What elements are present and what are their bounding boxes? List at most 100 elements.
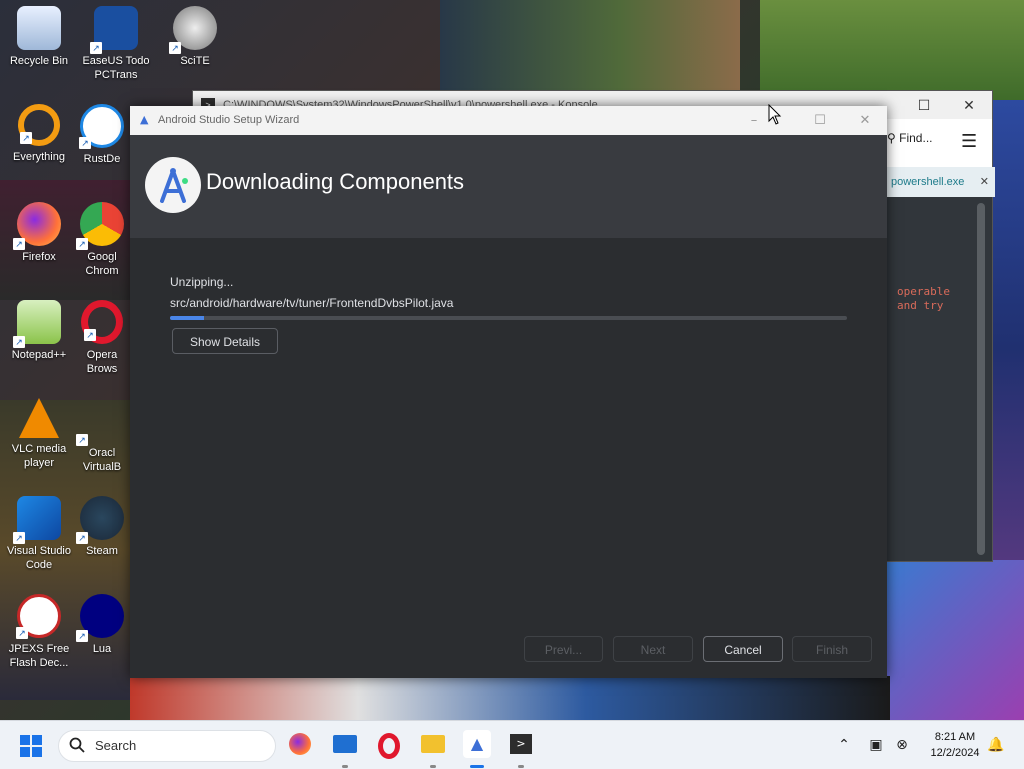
- wizard-header: Downloading Components: [130, 135, 887, 238]
- steam-icon: ↗: [76, 496, 124, 544]
- maximize-icon[interactable]: ☐: [901, 91, 947, 119]
- windows-logo-icon: [20, 747, 30, 757]
- recycle-bin-icon: [17, 6, 61, 50]
- maximize-icon[interactable]: ☐: [798, 106, 842, 135]
- lua-icon: ↗: [76, 594, 124, 642]
- desktop-icon-vscode[interactable]: ↗ Visual Studio Code: [0, 490, 81, 572]
- vscode-icon: ↗: [13, 496, 61, 544]
- show-details-button[interactable]: Show Details: [172, 328, 278, 354]
- close-icon[interactable]: ✕: [946, 91, 992, 119]
- taskbar-clock[interactable]: 8:21 AM 12/2/2024: [924, 729, 986, 761]
- wizard-heading: Downloading Components: [206, 169, 465, 194]
- konsole-scrollbar[interactable]: [977, 203, 985, 555]
- volume-muted-icon[interactable]: ⊗: [892, 735, 912, 755]
- current-file-text: src/android/hardware/tv/tuner/FrontendDv…: [170, 296, 454, 310]
- android-studio-logo-icon: [145, 157, 201, 213]
- desktop-icon-notepadpp[interactable]: ↗ Notepad++: [0, 294, 81, 362]
- everything-icon: ↗: [18, 104, 60, 146]
- start-button[interactable]: [20, 735, 42, 757]
- konsole-tab[interactable]: powershell.exe ✕: [887, 167, 995, 197]
- firefox-icon: ↗: [13, 202, 61, 250]
- taskbar-search[interactable]: Search: [58, 730, 276, 762]
- cancel-button[interactable]: Cancel: [703, 636, 783, 662]
- jpexs-icon: ↗: [16, 594, 61, 639]
- desktop-icon-everything[interactable]: ↗ Everything: [0, 98, 81, 164]
- vlc-icon: [19, 398, 59, 438]
- notepadpp-icon: ↗: [13, 300, 61, 348]
- desktop-icon-opera[interactable]: ↗ Opera Brows: [74, 294, 130, 376]
- wizard-body: Unzipping... src/android/hardware/tv/tun…: [130, 238, 887, 678]
- desktop-icon-virtualbox[interactable]: ↗ Oracl VirtualB: [74, 392, 130, 474]
- network-icon[interactable]: ▣: [866, 735, 886, 755]
- tab-label: powershell.exe: [891, 176, 965, 188]
- desktop-icon-firefox[interactable]: ↗ Firefox: [0, 196, 81, 264]
- desktop-icon-lua[interactable]: ↗ Lua: [74, 588, 130, 656]
- taskbar-file-explorer[interactable]: [331, 730, 359, 758]
- find-label: Find...: [899, 131, 933, 145]
- setup-wizard-window: ▲ Android Studio Setup Wizard – ☐ ✕ Down…: [130, 106, 887, 678]
- desktop-icon-label: Recycle Bin: [9, 55, 69, 67]
- desktop-icon-chrome[interactable]: ↗ Googl Chrom: [74, 196, 130, 278]
- desktop-icon-label: JPEXS Free Flash Dec...: [8, 643, 70, 669]
- desktop-icon-jpexs[interactable]: ↗ JPEXS Free Flash Dec...: [0, 588, 81, 670]
- desktop-icon-vlc[interactable]: VLC media player: [0, 392, 81, 470]
- taskbar-opera[interactable]: [375, 730, 403, 759]
- progress-fill: [170, 316, 204, 320]
- desktop-icon-label: VLC media player: [11, 443, 67, 469]
- hamburger-menu-icon[interactable]: ☰: [961, 133, 977, 151]
- rustdesk-icon: ↗: [79, 104, 124, 149]
- finish-button[interactable]: Finish: [792, 636, 872, 662]
- desktop-icon-scite[interactable]: ↗ SciTE: [153, 0, 237, 68]
- next-button[interactable]: Next: [613, 636, 693, 662]
- taskbar-android-studio[interactable]: ▲: [463, 730, 491, 758]
- firefox-icon: [289, 733, 311, 755]
- desktop-icon-label: Googl Chrom: [85, 251, 119, 277]
- close-icon[interactable]: ✕: [843, 106, 887, 135]
- desktop-icon-label: Notepad++: [11, 349, 67, 361]
- virtualbox-icon: ↗: [76, 398, 124, 446]
- android-studio-icon: ▲: [140, 113, 149, 126]
- desktop-icon-label: EaseUS Todo PCTrans: [82, 55, 150, 81]
- desktop-icon-easeus[interactable]: ↗ EaseUS Todo PCTrans: [74, 0, 158, 82]
- taskbar: Search ▲ > ⌃ ▣ ⊗ 8:21 AM 12/2/2024 🔔: [0, 720, 1024, 769]
- file-explorer-icon: [333, 735, 357, 753]
- desktop-icon-label: SciTE: [180, 55, 210, 67]
- windows-logo-icon: [20, 735, 30, 745]
- notification-bell-icon[interactable]: 🔔: [986, 735, 1006, 755]
- chrome-icon: ↗: [76, 202, 124, 250]
- desktop-icon-label: Steam: [86, 545, 118, 557]
- search-icon: [69, 737, 85, 753]
- wizard-title: Android Studio Setup Wizard: [158, 114, 300, 126]
- find-button[interactable]: ⚲ Find...: [887, 131, 933, 145]
- output-line: and try: [897, 299, 944, 312]
- windows-logo-icon: [32, 747, 42, 757]
- close-tab-icon[interactable]: ✕: [980, 167, 989, 197]
- desktop-icon-recycle-bin[interactable]: Recycle Bin: [0, 0, 81, 68]
- output-line: operable: [897, 285, 950, 298]
- previous-button[interactable]: Previ...: [524, 636, 603, 662]
- status-text: Unzipping...: [170, 275, 234, 289]
- easeus-icon: ↗: [90, 6, 138, 54]
- android-studio-icon: ▲: [470, 734, 484, 753]
- wallpaper-art: [886, 560, 1024, 720]
- clock-date: 12/2/2024: [930, 747, 980, 759]
- desktop-icon-label: Everything: [13, 151, 65, 163]
- desktop-icon-label: Oracl VirtualB: [82, 447, 122, 473]
- chevron-up-icon[interactable]: ⌃: [834, 735, 854, 755]
- desktop-icon-label: Visual Studio Code: [6, 545, 71, 571]
- opera-icon: ↗: [81, 300, 123, 344]
- wallpaper-art: [130, 676, 890, 720]
- progress-bar: [170, 316, 847, 320]
- konsole-output: operable and try: [897, 285, 950, 313]
- search-icon: ⚲: [887, 131, 896, 145]
- mouse-cursor-icon: [768, 104, 782, 125]
- desktop-icon-steam[interactable]: ↗ Steam: [74, 490, 130, 558]
- taskbar-firefox[interactable]: [286, 730, 314, 758]
- wallpaper-art: [760, 0, 1024, 100]
- taskbar-folder[interactable]: [419, 730, 447, 758]
- desktop-icon-label: Firefox: [22, 251, 56, 263]
- taskbar-terminal[interactable]: >: [507, 730, 535, 758]
- desktop-icon-rustdesk[interactable]: ↗ RustDe: [74, 98, 130, 166]
- opera-icon: [378, 733, 400, 759]
- desktop-icon-label: Opera Brows: [86, 349, 118, 375]
